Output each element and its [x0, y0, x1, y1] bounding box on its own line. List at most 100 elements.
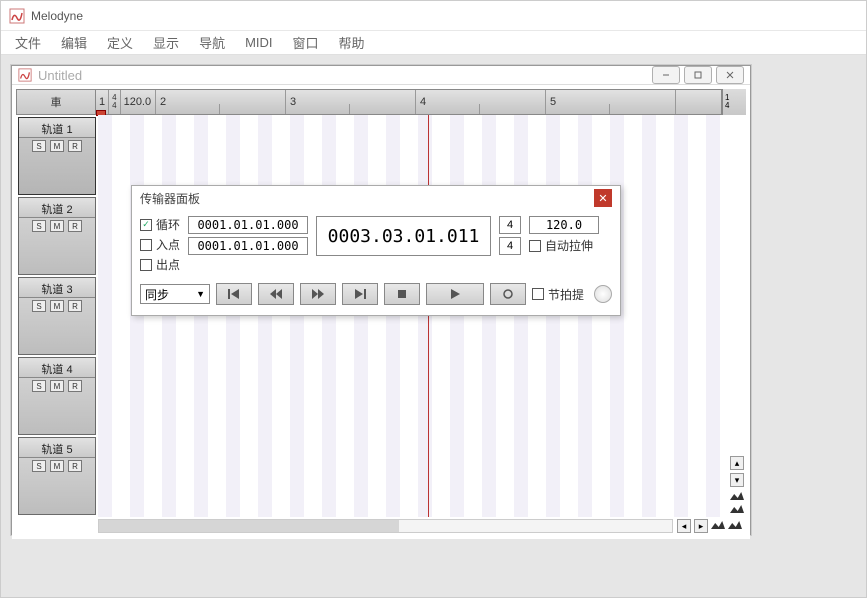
ruler-end-signature[interactable]: 1 4: [722, 89, 746, 115]
close-button[interactable]: [716, 66, 744, 84]
menu-item-midi[interactable]: MIDI: [237, 33, 280, 52]
scrollbar-thumb[interactable]: [99, 520, 399, 532]
document-icon: [18, 68, 32, 82]
ruler-bar[interactable]: 4: [416, 90, 546, 114]
punch-out-checkbox[interactable]: 出点: [140, 256, 180, 273]
app-titlebar[interactable]: Melodyne: [1, 1, 866, 31]
vertical-zoom-icon[interactable]: [730, 490, 744, 500]
transport-close-button[interactable]: ✕: [594, 189, 612, 207]
track-label[interactable]: 轨道 1: [19, 118, 95, 138]
record-button[interactable]: [490, 283, 526, 305]
metronome-knob[interactable]: [594, 285, 612, 303]
mute-button[interactable]: M: [50, 460, 64, 472]
menu-item-define[interactable]: 定义: [99, 31, 141, 54]
track-header[interactable]: 轨道 5 SMR: [18, 437, 96, 515]
loop-label: 循环: [156, 216, 180, 233]
ruler-time-signature[interactable]: 44: [109, 90, 120, 114]
mute-button[interactable]: M: [50, 380, 64, 392]
metronome-checkbox[interactable]: 节拍提: [532, 286, 584, 303]
menu-item-navigate[interactable]: 导航: [191, 31, 233, 54]
time-sig-numerator[interactable]: 4: [499, 216, 521, 234]
horizontal-scrollbar[interactable]: [98, 519, 673, 533]
track-header[interactable]: 轨道 4 SMR: [18, 357, 96, 435]
ruler-bar[interactable]: 2: [156, 90, 286, 114]
autostretch-label: 自动拉伸: [545, 237, 593, 254]
record-button[interactable]: R: [68, 460, 82, 472]
track-label[interactable]: 轨道 2: [19, 198, 95, 218]
ruler-tempo[interactable]: 120.0: [121, 96, 155, 108]
solo-button[interactable]: S: [32, 460, 46, 472]
horizontal-zoom-icon[interactable]: [711, 519, 725, 529]
track-header[interactable]: 轨道 2 SMR: [18, 197, 96, 275]
menubar: 文件 编辑 定义 显示 导航 MIDI 窗口 帮助: [1, 31, 866, 55]
solo-button[interactable]: S: [32, 220, 46, 232]
menu-item-edit[interactable]: 编辑: [53, 31, 95, 54]
track-header[interactable]: 轨道 1 S M R: [18, 117, 96, 195]
transport-titlebar[interactable]: 传输器面板 ✕: [132, 186, 620, 210]
solo-button[interactable]: S: [32, 140, 46, 152]
loop-start-position[interactable]: 0001.01.01.000: [188, 216, 308, 234]
ruler-bar[interactable]: 3: [286, 90, 416, 114]
workspace: Untitled 車 1 44 120.0: [1, 55, 866, 597]
playhead[interactable]: [428, 115, 429, 517]
record-button[interactable]: R: [68, 300, 82, 312]
maximize-button[interactable]: [684, 66, 712, 84]
vertical-scroll-controls: ▴ ▾: [728, 115, 746, 517]
sync-dropdown[interactable]: 同步 ▼: [140, 284, 210, 304]
track-header[interactable]: 轨道 3 SMR: [18, 277, 96, 355]
arrangement-grid: [98, 115, 728, 517]
metronome-label: 节拍提: [548, 286, 584, 303]
play-button[interactable]: [426, 283, 484, 305]
transport-title: 传输器面板: [140, 190, 200, 207]
track-label[interactable]: 轨道 4: [19, 358, 95, 378]
app-logo-icon: [9, 8, 25, 24]
mute-button[interactable]: M: [50, 140, 64, 152]
track-list: 轨道 1 S M R 轨道 2 SMR 轨道 3: [16, 115, 98, 517]
tempo-field[interactable]: 120.0: [529, 216, 599, 234]
autostretch-checkbox[interactable]: 自动拉伸: [529, 237, 599, 254]
vertical-zoom-icon[interactable]: [730, 503, 744, 513]
punch-out-label: 出点: [156, 256, 180, 273]
scroll-down-button[interactable]: ▾: [730, 473, 744, 487]
stop-button[interactable]: [384, 283, 420, 305]
app-window: Melodyne 文件 编辑 定义 显示 导航 MIDI 窗口 帮助 Untit…: [0, 0, 867, 598]
track-label[interactable]: 轨道 3: [19, 278, 95, 298]
solo-button[interactable]: S: [32, 380, 46, 392]
transport-panel[interactable]: 传输器面板 ✕ ✓循环 入点 出点 0001.01.01.000 0001.01…: [131, 185, 621, 316]
record-button[interactable]: R: [68, 220, 82, 232]
forward-to-end-button[interactable]: [342, 283, 378, 305]
mute-button[interactable]: M: [50, 220, 64, 232]
scroll-right-button[interactable]: ▸: [694, 519, 708, 533]
punch-in-checkbox[interactable]: 入点: [140, 236, 180, 253]
mute-button[interactable]: M: [50, 300, 64, 312]
minimize-button[interactable]: [652, 66, 680, 84]
ruler-row: 車 1 44 120.0 2 3 4 5 1: [16, 89, 746, 115]
ruler-bar[interactable]: 5: [546, 90, 676, 114]
time-sig-denominator[interactable]: 4: [499, 237, 521, 255]
record-button[interactable]: R: [68, 380, 82, 392]
menu-item-file[interactable]: 文件: [7, 31, 49, 54]
solo-button[interactable]: S: [32, 300, 46, 312]
ruler-start-cell[interactable]: 1 44 120.0: [96, 90, 156, 114]
menu-item-help[interactable]: 帮助: [331, 31, 373, 54]
current-position-display[interactable]: 0003.03.01.011: [316, 216, 491, 256]
track-header-corner[interactable]: 車: [16, 89, 96, 115]
track-label[interactable]: 轨道 5: [19, 438, 95, 458]
arrangement-area[interactable]: [98, 115, 728, 517]
record-button[interactable]: R: [68, 140, 82, 152]
rewind-to-start-button[interactable]: [216, 283, 252, 305]
loop-end-position[interactable]: 0001.01.01.000: [188, 237, 308, 255]
document-titlebar[interactable]: Untitled: [12, 66, 750, 85]
horizontal-zoom-icon[interactable]: [728, 519, 742, 529]
rewind-button[interactable]: [258, 283, 294, 305]
menu-item-window[interactable]: 窗口: [285, 31, 327, 54]
loop-checkbox[interactable]: ✓循环: [140, 216, 180, 233]
fast-forward-button[interactable]: [300, 283, 336, 305]
menu-item-display[interactable]: 显示: [145, 31, 187, 54]
sync-value: 同步: [145, 286, 169, 303]
scroll-up-button[interactable]: ▴: [730, 456, 744, 470]
arrangement-row: 轨道 1 S M R 轨道 2 SMR 轨道 3: [16, 115, 746, 517]
punch-in-label: 入点: [156, 236, 180, 253]
time-ruler[interactable]: 1 44 120.0 2 3 4 5: [96, 89, 722, 115]
scroll-left-button[interactable]: ◂: [677, 519, 691, 533]
